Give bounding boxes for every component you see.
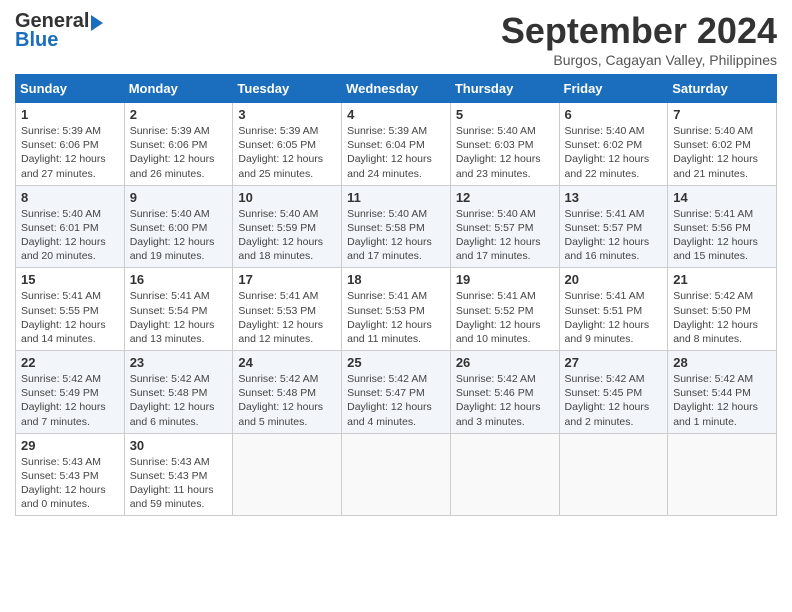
logo: General Blue (15, 10, 103, 52)
table-row (559, 433, 668, 516)
table-row: 17Sunrise: 5:41 AMSunset: 5:53 PMDayligh… (233, 268, 342, 351)
table-row: 16Sunrise: 5:41 AMSunset: 5:54 PMDayligh… (124, 268, 233, 351)
table-row: 8Sunrise: 5:40 AMSunset: 6:01 PMDaylight… (16, 185, 125, 268)
table-row: 4Sunrise: 5:39 AMSunset: 6:04 PMDaylight… (342, 103, 451, 186)
table-row (342, 433, 451, 516)
table-row: 1Sunrise: 5:39 AMSunset: 6:06 PMDaylight… (16, 103, 125, 186)
table-row: 5Sunrise: 5:40 AMSunset: 6:03 PMDaylight… (450, 103, 559, 186)
col-wednesday: Wednesday (342, 75, 451, 103)
month-title: September 2024 (501, 10, 777, 52)
table-row: 24Sunrise: 5:42 AMSunset: 5:48 PMDayligh… (233, 351, 342, 434)
table-row: 7Sunrise: 5:40 AMSunset: 6:02 PMDaylight… (668, 103, 777, 186)
table-row: 11Sunrise: 5:40 AMSunset: 5:58 PMDayligh… (342, 185, 451, 268)
table-row: 6Sunrise: 5:40 AMSunset: 6:02 PMDaylight… (559, 103, 668, 186)
table-row: 22Sunrise: 5:42 AMSunset: 5:49 PMDayligh… (16, 351, 125, 434)
col-saturday: Saturday (668, 75, 777, 103)
table-row: 9Sunrise: 5:40 AMSunset: 6:00 PMDaylight… (124, 185, 233, 268)
table-row: 18Sunrise: 5:41 AMSunset: 5:53 PMDayligh… (342, 268, 451, 351)
table-row (450, 433, 559, 516)
calendar-row-3: 15Sunrise: 5:41 AMSunset: 5:55 PMDayligh… (16, 268, 777, 351)
table-row: 15Sunrise: 5:41 AMSunset: 5:55 PMDayligh… (16, 268, 125, 351)
table-row: 25Sunrise: 5:42 AMSunset: 5:47 PMDayligh… (342, 351, 451, 434)
table-row: 30Sunrise: 5:43 AMSunset: 5:43 PMDayligh… (124, 433, 233, 516)
table-row: 26Sunrise: 5:42 AMSunset: 5:46 PMDayligh… (450, 351, 559, 434)
col-tuesday: Tuesday (233, 75, 342, 103)
table-row: 27Sunrise: 5:42 AMSunset: 5:45 PMDayligh… (559, 351, 668, 434)
calendar-table: Sunday Monday Tuesday Wednesday Thursday… (15, 74, 777, 516)
location-subtitle: Burgos, Cagayan Valley, Philippines (501, 52, 777, 68)
table-row: 14Sunrise: 5:41 AMSunset: 5:56 PMDayligh… (668, 185, 777, 268)
table-row (668, 433, 777, 516)
col-sunday: Sunday (16, 75, 125, 103)
table-row: 12Sunrise: 5:40 AMSunset: 5:57 PMDayligh… (450, 185, 559, 268)
table-row: 10Sunrise: 5:40 AMSunset: 5:59 PMDayligh… (233, 185, 342, 268)
table-row: 23Sunrise: 5:42 AMSunset: 5:48 PMDayligh… (124, 351, 233, 434)
table-row: 28Sunrise: 5:42 AMSunset: 5:44 PMDayligh… (668, 351, 777, 434)
table-row: 19Sunrise: 5:41 AMSunset: 5:52 PMDayligh… (450, 268, 559, 351)
calendar-header-row: Sunday Monday Tuesday Wednesday Thursday… (16, 75, 777, 103)
table-row: 29Sunrise: 5:43 AMSunset: 5:43 PMDayligh… (16, 433, 125, 516)
table-row: 20Sunrise: 5:41 AMSunset: 5:51 PMDayligh… (559, 268, 668, 351)
table-row: 2Sunrise: 5:39 AMSunset: 6:06 PMDaylight… (124, 103, 233, 186)
page-header: General Blue September 2024 Burgos, Caga… (15, 10, 777, 68)
table-row: 21Sunrise: 5:42 AMSunset: 5:50 PMDayligh… (668, 268, 777, 351)
logo-text-blue: Blue (15, 29, 58, 52)
title-area: September 2024 Burgos, Cagayan Valley, P… (501, 10, 777, 68)
table-row: 3Sunrise: 5:39 AMSunset: 6:05 PMDaylight… (233, 103, 342, 186)
col-thursday: Thursday (450, 75, 559, 103)
logo-arrow-icon (91, 15, 103, 31)
col-friday: Friday (559, 75, 668, 103)
calendar-row-1: 1Sunrise: 5:39 AMSunset: 6:06 PMDaylight… (16, 103, 777, 186)
table-row (233, 433, 342, 516)
calendar-row-5: 29Sunrise: 5:43 AMSunset: 5:43 PMDayligh… (16, 433, 777, 516)
col-monday: Monday (124, 75, 233, 103)
calendar-row-2: 8Sunrise: 5:40 AMSunset: 6:01 PMDaylight… (16, 185, 777, 268)
table-row: 13Sunrise: 5:41 AMSunset: 5:57 PMDayligh… (559, 185, 668, 268)
calendar-row-4: 22Sunrise: 5:42 AMSunset: 5:49 PMDayligh… (16, 351, 777, 434)
